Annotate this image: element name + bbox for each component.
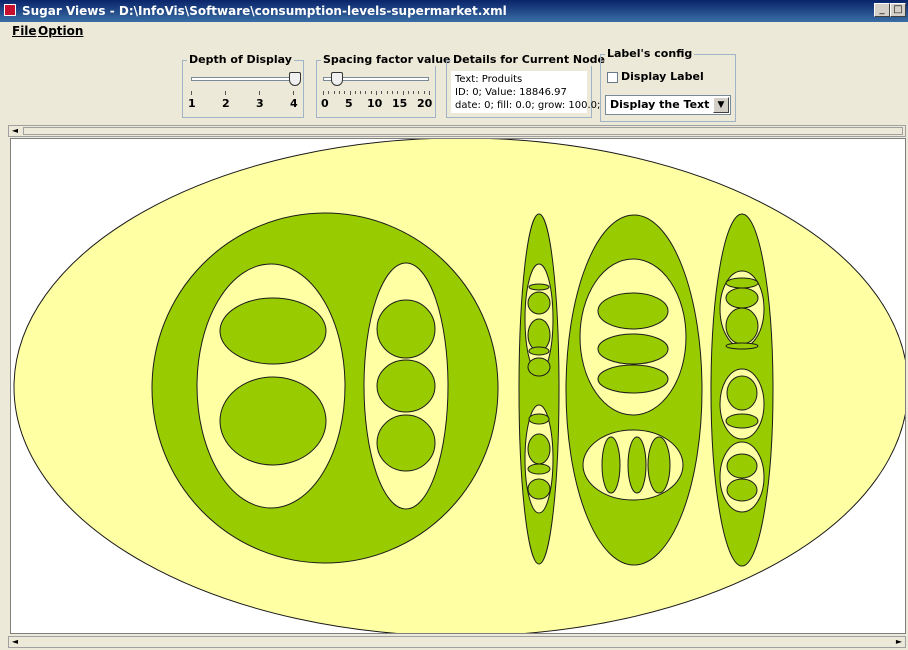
depth-tick-label: 1	[188, 97, 196, 110]
spacing-tick	[360, 91, 362, 94]
spacing-tick	[354, 91, 356, 94]
depth-tick-label: 2	[222, 97, 230, 110]
tree-node-ellipse[interactable]	[597, 292, 669, 330]
depth-tick	[293, 91, 294, 95]
maximize-button[interactable]: □	[890, 3, 906, 17]
scroll-left-icon[interactable]: ◄	[9, 637, 21, 647]
tree-node-ellipse[interactable]	[376, 359, 436, 413]
display-label-text[interactable]: Display Label	[621, 70, 704, 83]
tree-node-ellipse[interactable]	[725, 277, 759, 289]
tree-node-ellipse[interactable]	[527, 463, 551, 475]
spacing-tick-label: 10	[367, 97, 383, 110]
spacing-tick	[413, 91, 415, 94]
scroll-left-icon[interactable]: ◄	[9, 126, 21, 136]
spacing-tick	[391, 91, 393, 94]
tree-node-ellipse[interactable]	[219, 376, 327, 466]
depth-slider-track[interactable]	[191, 77, 295, 81]
details-line-text: Text: Produits	[455, 74, 523, 85]
menu-option[interactable]: Option	[38, 22, 83, 40]
display-mode-combobox[interactable]: Display the Text ▼	[605, 95, 731, 115]
tree-node-ellipse[interactable]	[527, 291, 551, 315]
spacing-tick	[402, 91, 404, 95]
spacing-tick	[407, 91, 409, 94]
display-mode-value: Display the Text	[610, 98, 710, 111]
tree-node-ellipse[interactable]	[725, 413, 759, 429]
window-title: Sugar Views - D:\InfoVis\Software\consum…	[22, 4, 507, 18]
spacing-tick	[429, 91, 430, 95]
spacing-tick-label: 0	[321, 97, 329, 110]
nested-ellipse-view[interactable]	[11, 139, 906, 634]
depth-slider-thumb[interactable]	[289, 72, 301, 86]
spacing-tick-label: 15	[392, 97, 408, 110]
tree-node-ellipse[interactable]	[725, 307, 759, 345]
details-panel: Details for Current Node Text: Produits …	[446, 53, 608, 118]
details-line-id-value: ID: 0; Value: 18846.97	[455, 87, 567, 98]
title-bar: Sugar Views - D:\InfoVis\Software\consum…	[0, 0, 908, 22]
spacing-tick	[376, 91, 377, 95]
details-line-date-fill: date: 0; fill: 0.0; grow: 100.0;	[455, 100, 601, 111]
display-label-checkbox[interactable]	[607, 72, 618, 83]
depth-tick	[191, 91, 192, 95]
minimize-button[interactable]: _	[874, 3, 890, 17]
tree-node-ellipse[interactable]	[376, 299, 436, 359]
java-app-icon	[4, 4, 16, 16]
details-text-area: Text: Produits ID: 0; Value: 18846.97 da…	[451, 71, 601, 113]
tree-node-ellipse[interactable]	[597, 364, 669, 394]
spacing-tick	[365, 91, 367, 94]
chevron-down-icon[interactable]: ▼	[713, 97, 729, 113]
spacing-tick	[397, 91, 399, 94]
bottom-horizontal-scrollbar[interactable]: ◄ ►	[8, 636, 906, 648]
top-horizontal-scrollbar[interactable]: ◄	[8, 125, 906, 137]
tree-node-ellipse[interactable]	[647, 436, 671, 494]
tree-node-ellipse[interactable]	[726, 453, 758, 479]
spacing-tick	[349, 91, 351, 95]
depth-panel: Depth of Display 1 2 3 4	[182, 53, 304, 118]
menu-file[interactable]: File	[12, 22, 37, 40]
label-config-title: Label's config	[605, 47, 695, 60]
spacing-tick-label: 20	[417, 97, 433, 110]
tree-node-ellipse[interactable]	[725, 342, 759, 350]
depth-tick-label: 4	[290, 97, 298, 110]
spacing-tick	[423, 91, 425, 94]
spacing-tick	[338, 91, 340, 94]
spacing-tick	[344, 91, 346, 94]
tree-node-ellipse[interactable]	[219, 297, 327, 365]
spacing-tick	[418, 91, 420, 94]
spacing-panel: Spacing factor value 0 5 10 15 20	[316, 53, 453, 118]
depth-panel-title: Depth of Display	[187, 53, 294, 66]
details-panel-title: Details for Current Node	[451, 53, 608, 66]
tree-node-ellipse[interactable]	[527, 357, 551, 377]
spacing-tick	[370, 91, 372, 94]
spacing-panel-title: Spacing factor value	[321, 53, 453, 66]
tree-node-ellipse[interactable]	[601, 436, 621, 494]
tree-node-ellipse[interactable]	[528, 346, 550, 356]
spacing-tick	[323, 91, 324, 95]
depth-tick	[225, 91, 226, 95]
tree-node-ellipse[interactable]	[597, 333, 669, 365]
label-config-panel: Label's config Display Label Display the…	[600, 47, 736, 122]
tree-node-ellipse[interactable]	[627, 436, 647, 494]
tree-node-ellipse[interactable]	[726, 375, 758, 411]
depth-tick	[259, 91, 260, 95]
sugar-views-canvas[interactable]	[10, 138, 906, 634]
depth-tick-label: 3	[256, 97, 264, 110]
spacing-slider-thumb[interactable]	[330, 72, 343, 86]
tree-node-ellipse[interactable]	[527, 433, 551, 465]
menu-bar: File Option	[0, 22, 908, 40]
spacing-tick	[381, 91, 383, 94]
top-scroll-thumb[interactable]	[23, 127, 903, 135]
tree-node-ellipse[interactable]	[528, 283, 550, 291]
spacing-tick	[328, 91, 330, 94]
spacing-tick	[386, 91, 388, 94]
tree-node-ellipse[interactable]	[527, 318, 551, 352]
tree-node-ellipse[interactable]	[376, 414, 436, 472]
spacing-tick	[333, 91, 335, 94]
spacing-tick-label: 5	[345, 97, 353, 110]
scroll-right-icon[interactable]: ►	[893, 637, 905, 647]
tree-node-ellipse[interactable]	[726, 478, 758, 502]
tree-node-ellipse[interactable]	[725, 287, 759, 309]
tree-node-ellipse[interactable]	[527, 478, 551, 500]
tree-node-ellipse[interactable]	[528, 413, 550, 425]
